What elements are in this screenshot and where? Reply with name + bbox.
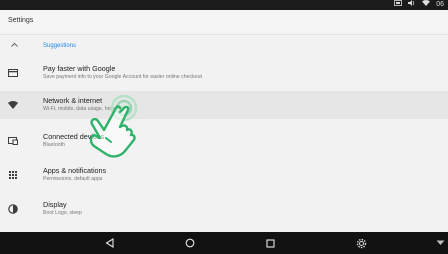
item-subtitle: Bluetooth [43,142,65,148]
list-item-display[interactable]: Display Boot Logo, sleep [0,195,448,223]
item-title: Pay faster with Google [43,64,116,73]
chevron-up-icon[interactable] [11,42,18,49]
suggestions-header[interactable]: Suggestions [0,35,448,59]
item-title: Display [43,200,67,209]
app-bar: Settings [0,10,448,35]
status-time: 06 [436,1,444,8]
page-title: Settings [8,17,34,24]
item-subtitle: Save payment info to your Google Account… [43,74,202,80]
settings-gear-icon[interactable] [353,235,369,251]
screenshot-icon [394,0,403,10]
wifi-icon [6,98,20,112]
list-item-pay-faster[interactable]: Pay faster with Google Save payment info… [0,59,448,87]
navigation-bar [0,232,448,254]
wifi-icon [422,0,431,10]
connected-devices-icon [6,134,20,148]
apps-grid-icon [6,168,20,182]
volume-icon [408,0,416,10]
item-subtitle: Boot Logo, sleep [43,210,82,216]
back-icon[interactable] [101,235,117,251]
status-icons: 06 [394,0,444,10]
list-item-connected-devices[interactable]: Connected devices Bluetooth [0,127,448,155]
item-title: Apps & notifications [43,166,107,175]
item-subtitle: Permissions, default apps [43,176,103,182]
list-item-apps-notifications[interactable]: Apps & notifications Permissions, defaul… [0,161,448,189]
home-icon[interactable] [182,235,198,251]
menu-down-icon[interactable] [432,235,448,251]
status-bar: 06 [0,0,448,10]
settings-list: Suggestions Pay faster with Google Save … [0,35,448,223]
list-item-network-internet[interactable]: Network & internet Wi-Fi, mobile, data u… [0,91,448,119]
tap-hand-icon [80,94,144,162]
display-icon [6,202,20,216]
recents-icon[interactable] [262,235,278,251]
suggestions-label: Suggestions [43,43,77,49]
payment-card-icon [6,66,20,80]
